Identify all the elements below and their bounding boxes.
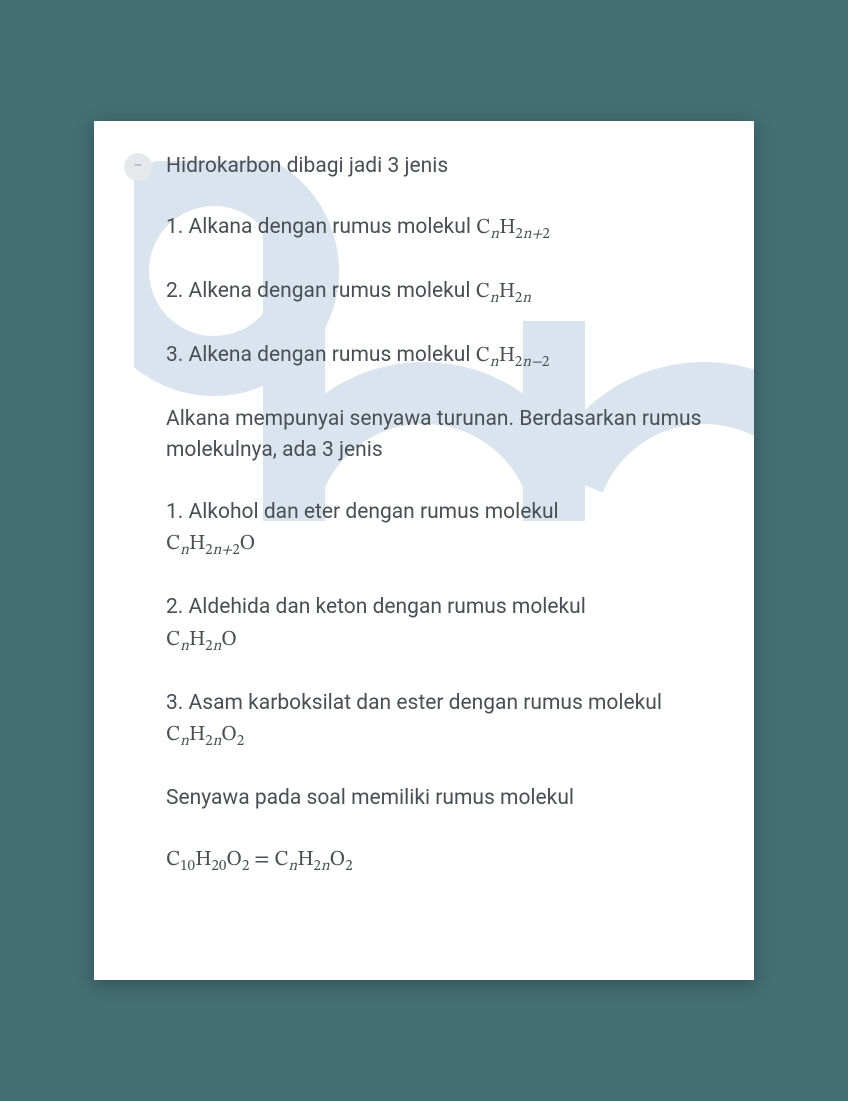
bullet-char: – <box>133 156 142 177</box>
content-column: – Hidrokarbon dibagi jadi 3 jenis 1. Alk… <box>124 151 714 909</box>
hydro-2-prefix: 2. Alkena dengan rumus molekul <box>166 279 476 303</box>
deriv-3-formula: CnH2nO2 <box>166 724 244 745</box>
final-formula: C10H20O2 = CnH2nO2 <box>166 844 714 878</box>
text-column: Hidrokarbon dibagi jadi 3 jenis 1. Alkan… <box>166 151 714 909</box>
intro-row: – Hidrokarbon dibagi jadi 3 jenis 1. Alk… <box>124 151 714 909</box>
deriv-2-prefix: 2. Aldehida dan keton dengan rumus molek… <box>166 595 586 619</box>
middle-text: Alkana mempunyai senyawa turunan. Berdas… <box>166 404 714 467</box>
hydro-1-formula: CnH2n+2 <box>476 217 550 238</box>
hydro-item-2: 2. Alkena dengan rumus molekul CnH2n <box>166 276 714 310</box>
deriv-item-3: 3. Asam karboksilat dan ester dengan rum… <box>166 688 714 753</box>
deriv-1-prefix: 1. Alkohol dan eter dengan rumus molekul <box>166 500 559 524</box>
intro-text: Hidrokarbon dibagi jadi 3 jenis <box>166 151 714 183</box>
deriv-item-1: 1. Alkohol dan eter dengan rumus molekul… <box>166 497 714 562</box>
bullet-icon: – <box>124 153 152 181</box>
hydro-3-formula: CnH2n−2 <box>476 345 550 366</box>
deriv-item-2: 2. Aldehida dan keton dengan rumus molek… <box>166 592 714 657</box>
answer-card: – Hidrokarbon dibagi jadi 3 jenis 1. Alk… <box>94 121 754 981</box>
deriv-3-prefix: 3. Asam karboksilat dan ester dengan rum… <box>166 691 662 715</box>
hydro-3-prefix: 3. Alkena dengan rumus molekul <box>166 343 476 367</box>
hydro-2-formula: CnH2n <box>476 281 531 302</box>
closing-text: Senyawa pada soal memiliki rumus molekul <box>166 783 714 815</box>
hydro-1-prefix: 1. Alkana dengan rumus molekul <box>166 215 476 239</box>
hydro-item-1: 1. Alkana dengan rumus molekul CnH2n+2 <box>166 212 714 246</box>
hydro-item-3: 3. Alkena dengan rumus molekul CnH2n−2 <box>166 340 714 374</box>
deriv-2-formula: CnH2nO <box>166 629 237 650</box>
deriv-1-formula: CnH2n+2O <box>166 533 255 554</box>
